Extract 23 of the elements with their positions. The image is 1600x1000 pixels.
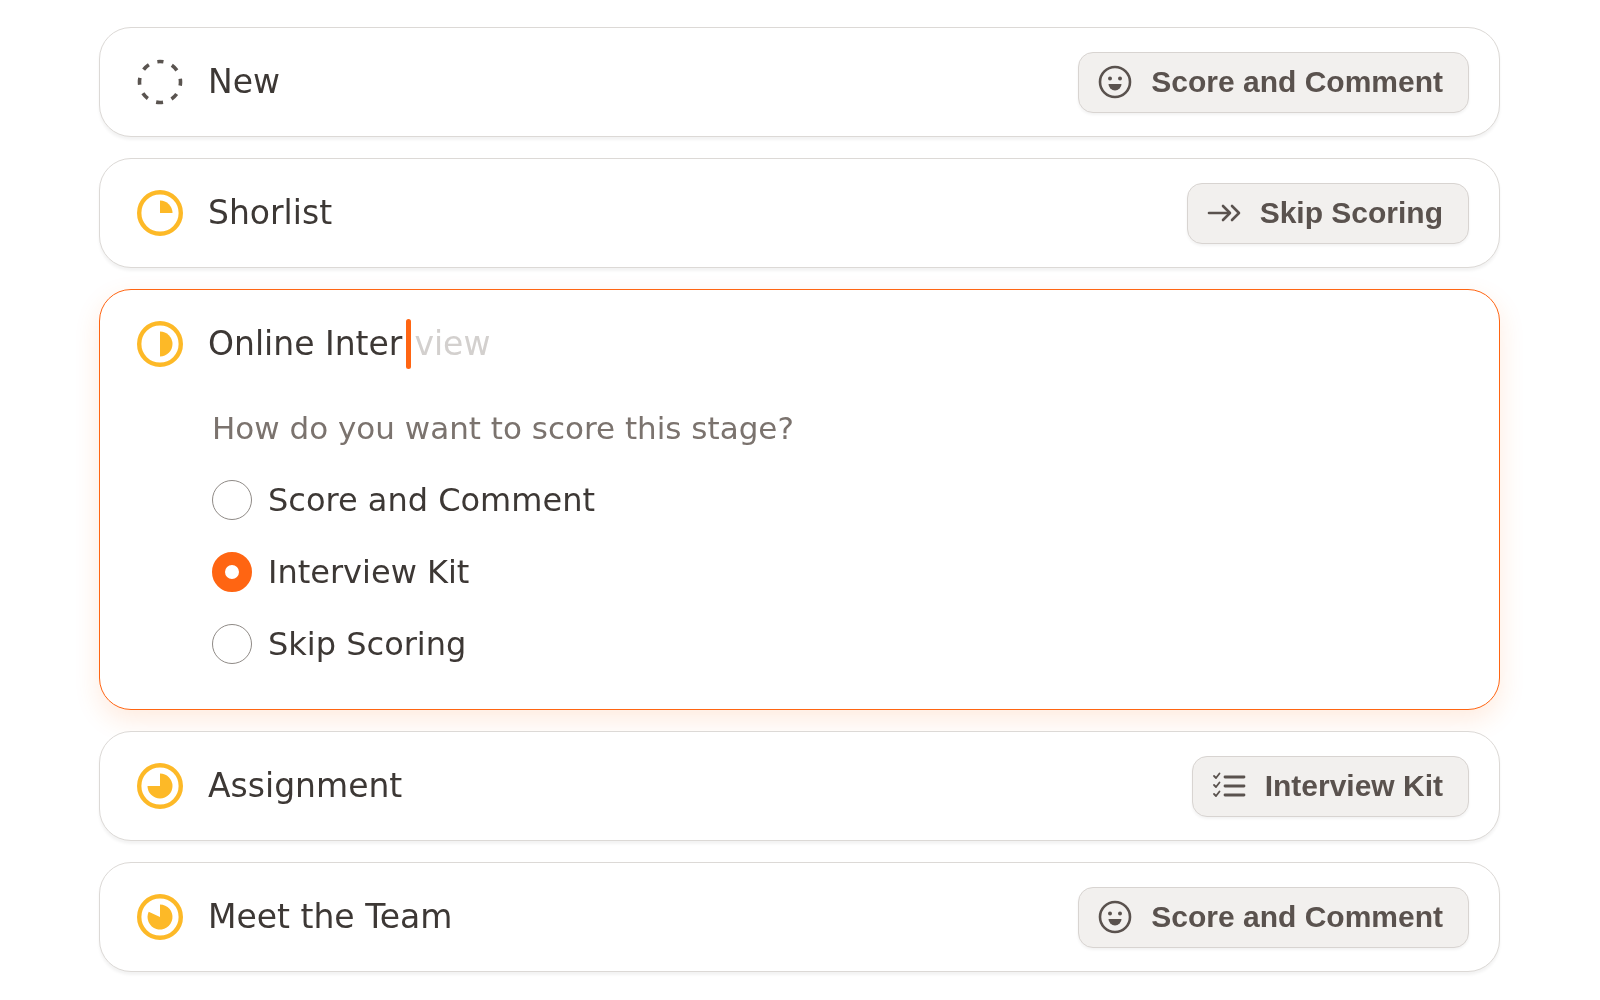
radio-label[interactable]: Interview Kit [268, 552, 470, 592]
stage-title: Assignment [208, 766, 403, 806]
quarter-pie-icon [137, 190, 183, 236]
stage-title: Meet the Team [208, 897, 453, 937]
radio-button[interactable] [212, 552, 252, 592]
three-quarter-pie-icon [137, 763, 183, 809]
smiley-icon [1098, 65, 1133, 99]
radio-label[interactable]: Skip Scoring [268, 624, 467, 664]
stage-action-button[interactable]: Score and Comment [1078, 51, 1469, 113]
mostly-filled-pie-icon [137, 894, 183, 940]
stage-action-button[interactable]: Score and Comment [1078, 886, 1469, 948]
stage-title: New [208, 62, 280, 102]
dashed-circle-icon [137, 59, 183, 105]
radio-button[interactable] [212, 480, 252, 520]
stage-action-button[interactable]: Skip Scoring [1186, 182, 1469, 244]
radio-label[interactable]: Score and Comment [268, 480, 595, 520]
smiley-icon [1098, 900, 1133, 934]
text-cursor [406, 319, 412, 369]
stage-action-button[interactable]: Interview Kit [1191, 755, 1469, 817]
stage-title: Shorlist [208, 193, 333, 233]
scoring-question: How do you want to score this stage? [212, 409, 795, 448]
half-pie-icon [137, 321, 183, 367]
radio-button[interactable] [212, 624, 252, 664]
